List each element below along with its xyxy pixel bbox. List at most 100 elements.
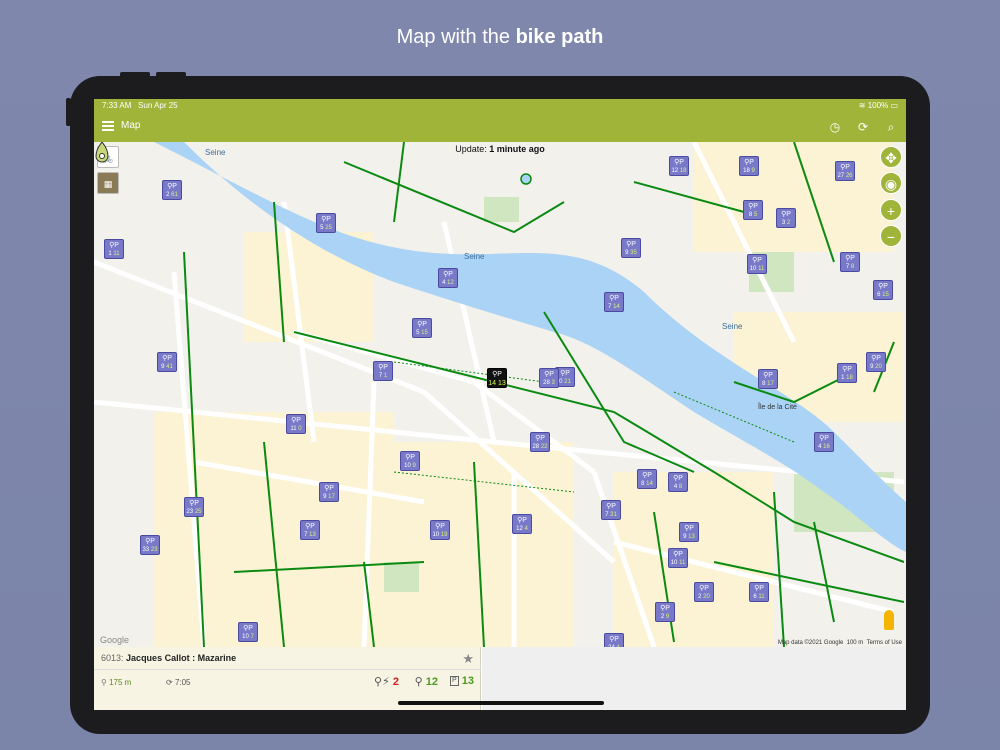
marker-b: 5 (753, 212, 758, 218)
marker-b: 18 (679, 168, 687, 174)
marker-a: 2 (166, 192, 170, 198)
station-marker[interactable]: ⚲P 33 23 (140, 535, 160, 555)
bike-parking-icon: ⚲P (606, 503, 616, 510)
station-marker[interactable]: ⚲P 10 11 (668, 548, 688, 568)
marker-a: 8 (748, 212, 753, 218)
map-data-label: Map data ©2021 Google (777, 640, 844, 646)
river-label-1: Seine (205, 148, 226, 157)
station-marker[interactable]: ⚲P 10 19 (430, 520, 450, 540)
station-marker[interactable]: ⚲P 5 15 (412, 318, 432, 338)
ebikes-value: 2 (392, 676, 399, 688)
station-marker[interactable]: ⚲P 5 25 (316, 213, 336, 233)
bike-parking-icon: ⚲P (243, 625, 253, 632)
station-marker[interactable]: ⚲P 7 13 (300, 520, 320, 540)
marker-b: 0 (298, 426, 302, 432)
station-marker[interactable]: ⚲P 4 12 (438, 268, 458, 288)
bike-parking-icon: ⚲P (763, 372, 773, 379)
refresh-icon[interactable]: ⟳ (855, 119, 871, 135)
station-marker[interactable]: ⚲P 7 1 (373, 361, 393, 381)
station-marker[interactable]: ⚲P24 4 (604, 633, 624, 647)
station-marker[interactable]: ⚲P 10 11 (747, 254, 767, 274)
satellite-layer-toggle[interactable]: ▦ (97, 172, 119, 194)
station-marker[interactable]: ⚲P 7 8 (840, 252, 860, 272)
map-attribution: Map data ©2021 Google 100 m Terms of Use (778, 640, 902, 646)
move-map-button[interactable]: ✥ (880, 146, 902, 168)
marker-a: 27 (837, 173, 845, 179)
station-marker[interactable]: ⚲P 1 18 (837, 363, 857, 383)
station-marker[interactable]: ⚲P 6 15 (873, 280, 893, 300)
marker-a: 3 (781, 220, 786, 226)
marker-counts: 6 15 (874, 291, 892, 300)
bike-parking-icon: ⚲P (752, 257, 762, 264)
bike-parking-icon: ⚲P (405, 454, 415, 461)
caption-prefix: Map with the (396, 26, 516, 48)
bikes-count: ⚲ 12 (415, 675, 438, 688)
station-marker[interactable]: ⚲P 4 16 (814, 432, 834, 452)
station-marker[interactable]: ⚲P 9 17 (319, 482, 339, 502)
marker-a: 7 (845, 264, 850, 270)
station-marker[interactable]: ⚲P 12 18 (669, 156, 689, 176)
station-marker[interactable]: ⚲P 2 9 (655, 602, 675, 622)
station-marker[interactable]: ⚲P 2 20 (694, 582, 714, 602)
station-marker[interactable]: ⚲P 8 5 (743, 200, 763, 220)
favorite-star-icon[interactable]: ★ (462, 651, 474, 667)
station-marker[interactable]: ⚲P 9 20 (866, 352, 886, 372)
station-marker[interactable]: ⚲P 28 3 (539, 368, 559, 388)
station-marker[interactable]: ⚲P 9 13 (679, 522, 699, 542)
update-label-text: Update: (455, 144, 487, 154)
station-marker[interactable]: ⚲P 4 8 (668, 472, 688, 492)
marker-b: 25 (194, 509, 202, 515)
station-marker[interactable]: ⚲P 23 25 (184, 497, 204, 517)
station-marker[interactable]: ⚲P 2 61 (162, 180, 182, 200)
map-view[interactable]: Update: 1 minute ago Seine Seine Seine Î… (94, 142, 906, 647)
station-marker[interactable]: ⚲P 9 41 (157, 352, 177, 372)
marker-a: 23 (186, 509, 194, 515)
timer-icon[interactable]: ◷ (827, 119, 843, 135)
status-time: 7:33 AM (102, 101, 132, 110)
hamburger-menu-icon[interactable] (102, 121, 114, 131)
station-marker[interactable]: ⚲P 7 31 (601, 500, 621, 520)
station-marker[interactable]: ⚲P 10 9 (400, 451, 420, 471)
marker-counts: 9 13 (680, 533, 698, 542)
locate-button[interactable]: ◉ (880, 172, 902, 194)
station-marker[interactable]: ⚲P 6 11 (749, 582, 769, 602)
marker-counts: 2 20 (695, 593, 713, 602)
terms-link[interactable]: Terms of Use (867, 640, 902, 646)
marker-counts: 5 15 (413, 329, 431, 338)
bike-parking-icon: ⚲P (871, 355, 881, 362)
screen: 7:33 AM Sun Apr 25 ≋ 100% ▭ Map ◷ ⟳ ⌕ Up… (94, 99, 906, 710)
bike-parking-icon: ⚲P (435, 523, 445, 530)
marker-a: 10 (432, 532, 440, 538)
marker-b: 11 (758, 266, 765, 272)
marker-b: 20 (875, 364, 882, 370)
bike-parking-icon: ⚲P (684, 525, 694, 532)
distance-pin-icon: ⚲ (101, 678, 107, 687)
marker-a: 8 (762, 381, 766, 387)
station-marker[interactable]: ⚲P 12 4 (512, 514, 532, 534)
station-marker[interactable]: ⚲P 27 26 (835, 161, 855, 181)
station-marker[interactable]: ⚲P 8 17 (758, 369, 778, 389)
station-marker[interactable]: ⚲P 18 9 (739, 156, 759, 176)
zoom-out-button[interactable]: − (880, 225, 902, 247)
marker-counts: 7 13 (301, 531, 319, 540)
street-view-pegman-icon[interactable] (884, 610, 894, 630)
station-marker[interactable]: ⚲P 7 14 (604, 292, 624, 312)
station-marker[interactable]: ⚲P 28 22 (530, 432, 550, 452)
station-marker[interactable]: ⚲P 8 14 (637, 469, 657, 489)
station-marker[interactable]: ⚲P 11 0 (286, 414, 306, 434)
station-marker[interactable]: ⚲P 1 11 (104, 239, 124, 259)
station-marker[interactable]: ⚲P 9 35 (621, 238, 641, 258)
docks-icon: P (450, 676, 459, 687)
marker-a: 7 (378, 373, 383, 379)
station-marker[interactable]: ⚲P 10 7 (238, 622, 258, 642)
selected-station-marker[interactable]: ⚲P 14 13 (487, 368, 507, 388)
station-marker[interactable]: ⚲P 3 2 (776, 208, 796, 228)
zoom-in-button[interactable]: + (880, 199, 902, 221)
bike-parking-icon: ⚲P (699, 585, 709, 592)
bike-parking-icon: ⚲P (189, 500, 199, 507)
bike-parking-icon: ⚲P (167, 183, 177, 190)
search-icon[interactable]: ⌕ (883, 119, 899, 135)
marker-a: 8 (641, 481, 645, 487)
home-indicator (398, 701, 604, 705)
marker-counts: 10 19 (431, 531, 449, 540)
